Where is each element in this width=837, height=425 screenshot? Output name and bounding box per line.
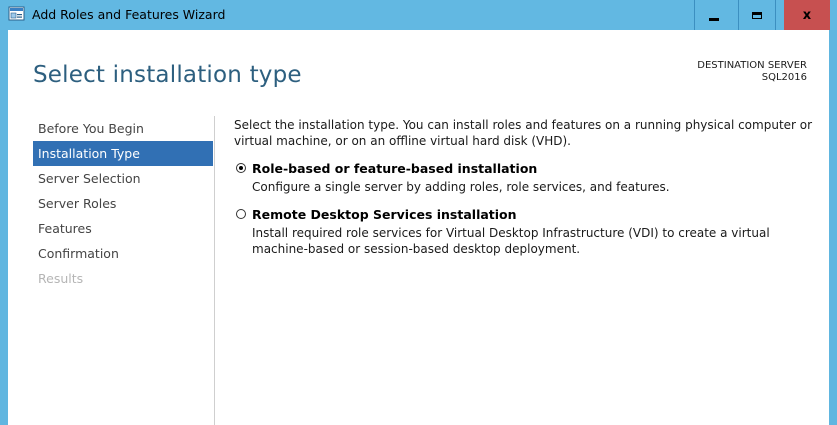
nav-item-features[interactable]: Features <box>33 216 213 241</box>
nav-item-server-selection[interactable]: Server Selection <box>33 166 213 191</box>
option-role-based[interactable]: Role-based or feature-based installation… <box>234 161 819 195</box>
minimize-icon <box>708 18 719 21</box>
wizard-steps-nav: Before You Begin Installation Type Serve… <box>33 116 213 291</box>
option-remote-desktop-title[interactable]: Remote Desktop Services installation <box>252 207 819 223</box>
nav-item-confirmation[interactable]: Confirmation <box>33 241 213 266</box>
server-manager-icon <box>8 6 25 22</box>
nav-item-results: Results <box>38 271 84 286</box>
nav-item-server-roles[interactable]: Server Roles <box>33 191 213 216</box>
close-button[interactable]: x <box>784 0 830 30</box>
intro-text: Select the installation type. You can in… <box>234 118 813 148</box>
page-title: Select installation type <box>33 62 302 88</box>
minimize-button[interactable] <box>694 0 732 30</box>
maximize-button[interactable] <box>738 0 776 30</box>
maximize-icon <box>752 11 762 19</box>
wizard-body: Select installation type DESTINATION SER… <box>8 30 829 425</box>
destination-server-label: DESTINATION SERVER <box>697 60 807 71</box>
destination-server-name: SQL2016 <box>761 72 807 83</box>
radio-role-based[interactable] <box>236 163 246 173</box>
radio-remote-desktop[interactable] <box>236 209 246 219</box>
nav-item-installation-type[interactable]: Installation Type <box>33 141 213 166</box>
window-title: Add Roles and Features Wizard <box>32 7 226 22</box>
close-icon: x <box>802 7 812 23</box>
option-remote-desktop[interactable]: Remote Desktop Services installation Ins… <box>234 207 819 257</box>
option-role-based-title[interactable]: Role-based or feature-based installation <box>252 161 819 177</box>
main-content: Select the installation type. You can in… <box>234 117 819 257</box>
wizard-window: Add Roles and Features Wizard x Select i… <box>0 0 837 425</box>
nav-divider <box>214 116 215 425</box>
title-bar[interactable]: Add Roles and Features Wizard x <box>0 0 837 30</box>
option-role-based-description: Configure a single server by adding role… <box>252 180 670 194</box>
nav-item-before-you-begin[interactable]: Before You Begin <box>33 116 213 141</box>
option-remote-desktop-description: Install required role services for Virtu… <box>252 226 770 256</box>
destination-server-info: DESTINATION SERVER SQL2016 <box>697 60 807 84</box>
